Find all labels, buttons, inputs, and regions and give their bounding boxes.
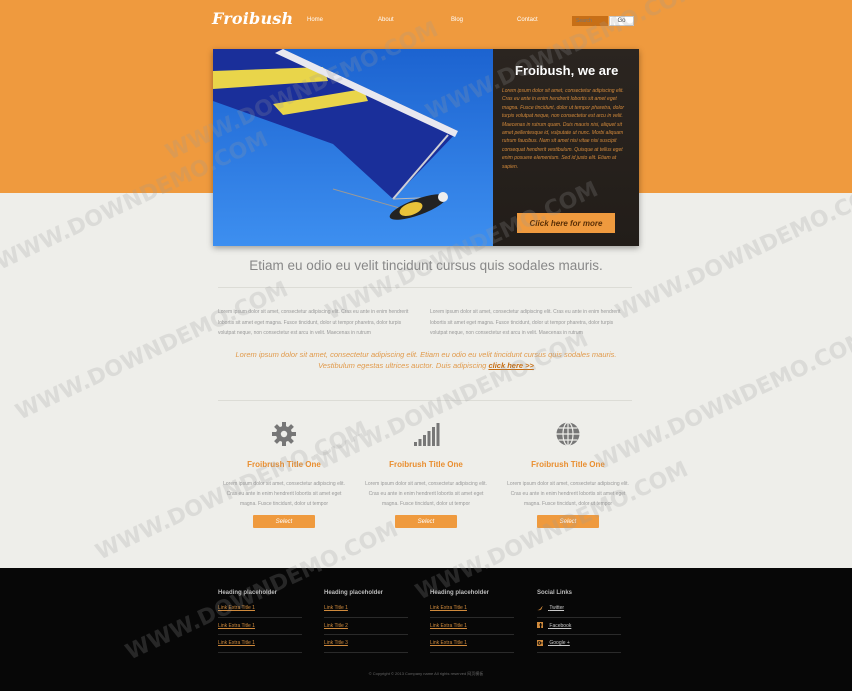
footer-link[interactable]: Link Extra Title 1 bbox=[218, 618, 302, 635]
tagline: Etiam eu odio eu velit tincidunt cursus … bbox=[249, 258, 603, 273]
select-button[interactable]: Select bbox=[537, 515, 599, 528]
gear-icon bbox=[272, 422, 296, 446]
footer-heading: Heading placeholder bbox=[430, 590, 490, 596]
footer-link[interactable]: Link Extra Title 1 bbox=[218, 600, 302, 618]
footer-social-column: Social Links Twitter Facebook Google + bbox=[537, 590, 621, 653]
divider bbox=[218, 287, 632, 288]
watermark-text: WWW.DOWNDEMO.COM bbox=[612, 177, 852, 325]
site-logo[interactable]: Froibush bbox=[212, 9, 293, 28]
feature-title: Froibrush Title One bbox=[531, 460, 605, 469]
feature-card: Froibrush Title One Lorem ipsum dolor si… bbox=[361, 420, 491, 528]
nav-blog[interactable]: Blog bbox=[451, 17, 463, 23]
feature-card: Froibrush Title One Lorem ipsum dolor si… bbox=[503, 420, 633, 528]
select-button[interactable]: Select bbox=[253, 515, 315, 528]
feature-text: Lorem ipsum dolor sit amet, consectetur … bbox=[507, 481, 629, 507]
twitter-link-label: Twitter bbox=[549, 605, 565, 611]
globe-icon bbox=[556, 421, 580, 447]
feature-card: Froibrush Title One Lorem ipsum dolor si… bbox=[219, 420, 349, 528]
footer-link[interactable]: Link Extra Title 1 bbox=[218, 635, 302, 653]
hero-slider: Froibush, we are Lorem ipsum dolor sit a… bbox=[213, 49, 639, 246]
quote-click-here-link[interactable]: click here >> bbox=[488, 361, 533, 370]
google-plus-icon bbox=[537, 639, 543, 646]
twitter-link[interactable]: Twitter bbox=[537, 600, 621, 618]
click-here-button[interactable]: Click here for more bbox=[517, 213, 615, 233]
footer-heading: Heading placeholder bbox=[218, 590, 278, 596]
intro-paragraph-left: Lorem ipsum dolor sit amet, consectetur … bbox=[218, 309, 409, 336]
feature-text: Lorem ipsum dolor sit amet, consectetur … bbox=[365, 481, 487, 507]
facebook-link[interactable]: Facebook bbox=[537, 618, 621, 635]
select-button[interactable]: Select bbox=[395, 515, 457, 528]
footer-link[interactable]: Link Title 2 bbox=[324, 618, 408, 635]
google-plus-link[interactable]: Google + bbox=[537, 635, 621, 653]
footer-heading: Social Links bbox=[537, 590, 573, 596]
footer-link[interactable]: Link Title 3 bbox=[324, 635, 408, 653]
highlight-quote: Lorem ipsum dolor sit amet, consectetur … bbox=[220, 349, 632, 371]
copyright-text: © Copyright © 2013 Company name All righ… bbox=[368, 671, 484, 676]
feature-title: Froibrush Title One bbox=[389, 460, 463, 469]
twitter-icon bbox=[537, 605, 543, 610]
footer-column: Heading placeholder Link Extra Title 1 L… bbox=[218, 590, 302, 653]
hero-text-panel: Froibush, we are Lorem ipsum dolor sit a… bbox=[493, 49, 639, 246]
footer-column: Heading placeholder Link Title 1 Link Ti… bbox=[324, 590, 408, 653]
facebook-icon bbox=[537, 622, 543, 629]
footer-link[interactable]: Link Extra Title 1 bbox=[430, 635, 514, 653]
hero-title: Froibush, we are bbox=[515, 63, 619, 78]
hang-glider-photo bbox=[213, 49, 493, 246]
nav-home[interactable]: Home bbox=[307, 17, 323, 23]
nav-about[interactable]: About bbox=[378, 17, 394, 23]
signal-bars-icon bbox=[414, 423, 440, 446]
hero-text: Lorem ipsum dolor sit amet, consectetur … bbox=[502, 88, 625, 170]
divider bbox=[218, 400, 632, 401]
footer-link[interactable]: Link Extra Title 1 bbox=[430, 618, 514, 635]
quote-text: Lorem ipsum dolor sit amet, consectetur … bbox=[235, 350, 617, 370]
search-go-button[interactable]: Go bbox=[609, 16, 634, 26]
site-header: Froibush Home About Blog Contact Go bbox=[0, 0, 852, 40]
footer-link[interactable]: Link Extra Title 1 bbox=[430, 600, 514, 618]
feature-title: Froibrush Title One bbox=[247, 460, 321, 469]
intro-paragraph-right: Lorem ipsum dolor sit amet, consectetur … bbox=[430, 309, 621, 336]
footer-link[interactable]: Link Title 1 bbox=[324, 600, 408, 618]
google-plus-link-label: Google + bbox=[549, 640, 570, 646]
feature-text: Lorem ipsum dolor sit amet, consectetur … bbox=[223, 481, 345, 507]
search-input[interactable] bbox=[572, 16, 608, 26]
footer-heading: Heading placeholder bbox=[324, 590, 384, 596]
footer-column: Heading placeholder Link Extra Title 1 L… bbox=[430, 590, 514, 653]
nav-contact[interactable]: Contact bbox=[517, 17, 538, 23]
facebook-link-label: Facebook bbox=[549, 622, 572, 629]
